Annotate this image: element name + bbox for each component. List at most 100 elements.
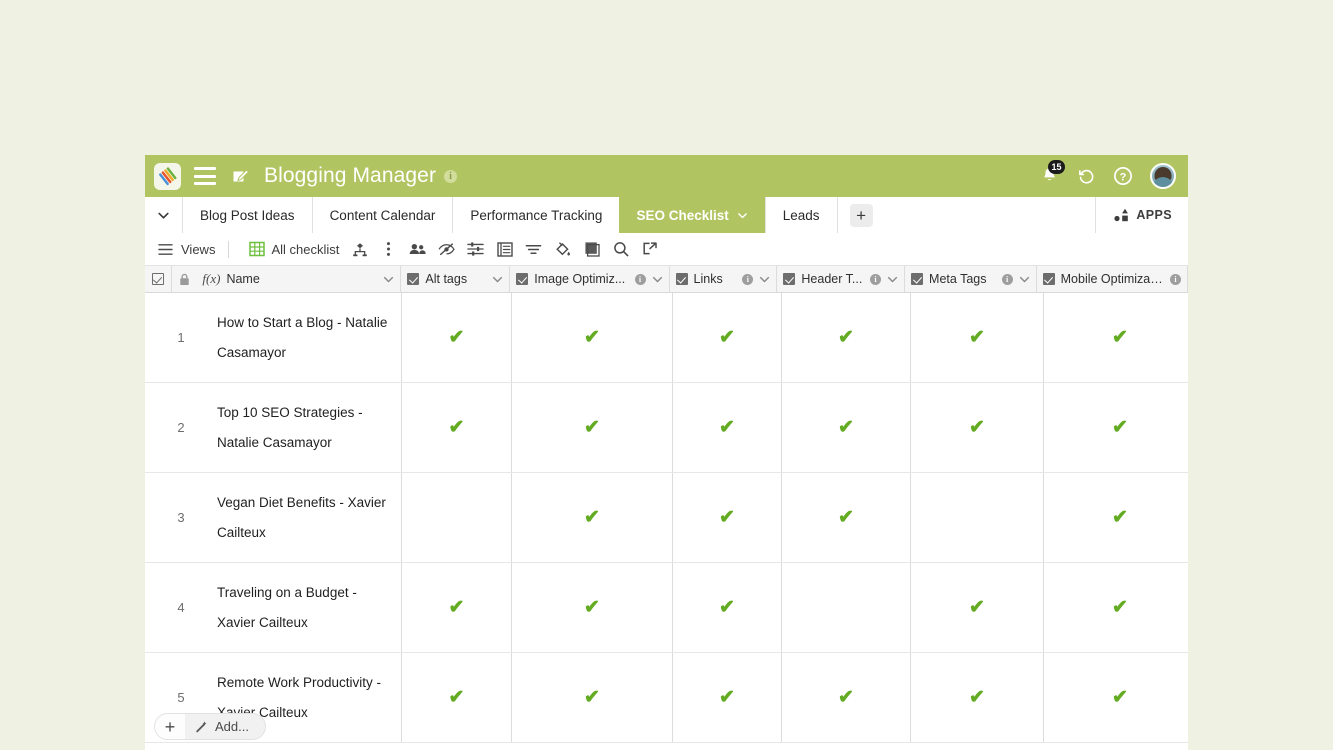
checkbox-cell[interactable]: ✔ bbox=[911, 383, 1044, 472]
checkbox-cell[interactable] bbox=[402, 473, 512, 562]
sort-icon[interactable] bbox=[519, 236, 548, 262]
column-header-links[interactable]: Linksi bbox=[670, 266, 778, 292]
column-header-alt-tags[interactable]: Alt tags bbox=[401, 266, 510, 292]
checkbox-cell[interactable]: ✔ bbox=[911, 653, 1044, 742]
checkbox-cell[interactable]: ✔ bbox=[673, 383, 782, 472]
checkbox-cell[interactable]: ✔ bbox=[673, 563, 782, 652]
check-mark-icon: ✔ bbox=[969, 328, 985, 347]
checkbox-cell[interactable]: ✔ bbox=[1044, 653, 1188, 742]
checkbox-cell[interactable]: ✔ bbox=[782, 293, 911, 382]
column-menu-caret-icon[interactable] bbox=[759, 274, 770, 285]
fill-color-icon[interactable] bbox=[548, 236, 577, 262]
table-row[interactable]: 5Remote Work Productivity -Xavier Cailte… bbox=[145, 653, 1188, 743]
row-name-cell[interactable]: Top 10 SEO Strategies -Natalie Casamayor bbox=[217, 383, 402, 472]
chevron-down-icon[interactable] bbox=[145, 197, 182, 233]
tab-content-calendar[interactable]: Content Calendar bbox=[312, 197, 453, 233]
column-info-icon[interactable]: i bbox=[870, 274, 881, 285]
checkbox-cell[interactable]: ✔ bbox=[1044, 473, 1188, 562]
export-icon[interactable] bbox=[635, 236, 664, 262]
checkbox-cell[interactable] bbox=[911, 473, 1044, 562]
table-row[interactable]: 3Vegan Diet Benefits - XavierCailteux✔✔✔… bbox=[145, 473, 1188, 563]
share-people-icon[interactable] bbox=[403, 236, 432, 262]
filter-settings-icon[interactable] bbox=[461, 236, 490, 262]
tab-performance-tracking[interactable]: Performance Tracking bbox=[452, 197, 619, 233]
column-menu-caret-icon[interactable] bbox=[492, 274, 503, 285]
column-header-mobile-optimization[interactable]: Mobile Optimizationi bbox=[1037, 266, 1188, 292]
current-view-button[interactable]: All checklist bbox=[242, 236, 345, 262]
user-avatar[interactable] bbox=[1150, 163, 1176, 189]
hierarchy-icon[interactable] bbox=[345, 236, 374, 262]
row-name-cell[interactable]: Vegan Diet Benefits - XavierCailteux bbox=[217, 473, 402, 562]
column-header-name[interactable]: f(x)Name bbox=[196, 266, 401, 292]
column-menu-caret-icon[interactable] bbox=[887, 274, 898, 285]
add-tab-button[interactable]: + bbox=[850, 204, 873, 227]
smartsheet-logo-icon[interactable] bbox=[154, 163, 181, 190]
history-icon[interactable] bbox=[1077, 167, 1096, 186]
checkbox-cell[interactable]: ✔ bbox=[911, 563, 1044, 652]
column-menu-caret-icon[interactable] bbox=[383, 274, 394, 285]
checkbox-cell[interactable]: ✔ bbox=[512, 383, 673, 472]
info-icon[interactable]: i bbox=[444, 170, 457, 183]
conditional-format-icon[interactable] bbox=[577, 236, 606, 262]
column-info-icon[interactable]: i bbox=[742, 274, 753, 285]
checkbox-cell[interactable] bbox=[782, 563, 911, 652]
list-icon bbox=[157, 241, 174, 258]
column-menu-caret-icon[interactable] bbox=[1019, 274, 1030, 285]
column-info-icon[interactable]: i bbox=[635, 274, 646, 285]
checkbox-cell[interactable]: ✔ bbox=[1044, 563, 1188, 652]
column-menu-caret-icon[interactable] bbox=[652, 274, 663, 285]
fx-icon: f(x) bbox=[202, 271, 220, 287]
checkbox-cell[interactable]: ✔ bbox=[512, 293, 673, 382]
help-icon[interactable]: ? bbox=[1113, 166, 1133, 186]
check-mark-icon: ✔ bbox=[969, 598, 985, 617]
checkbox-cell[interactable]: ✔ bbox=[512, 653, 673, 742]
more-vertical-icon[interactable] bbox=[374, 236, 403, 262]
checkbox-cell[interactable]: ✔ bbox=[673, 473, 782, 562]
tab-seo-checklist[interactable]: SEO Checklist bbox=[619, 197, 764, 233]
checkbox-cell[interactable]: ✔ bbox=[402, 563, 512, 652]
tab-leads[interactable]: Leads bbox=[765, 197, 837, 233]
tab-blog-post-ideas[interactable]: Blog Post Ideas bbox=[182, 197, 312, 233]
sheet-toolbar: Views All checklist bbox=[145, 233, 1188, 266]
edit-sheet-icon[interactable] bbox=[231, 166, 251, 186]
check-mark-icon: ✔ bbox=[1112, 688, 1128, 707]
check-mark-icon: ✔ bbox=[584, 688, 600, 707]
checkbox-cell[interactable]: ✔ bbox=[1044, 383, 1188, 472]
checkbox-cell[interactable]: ✔ bbox=[782, 653, 911, 742]
card-view-icon[interactable] bbox=[490, 236, 519, 262]
checkbox-cell[interactable]: ✔ bbox=[673, 653, 782, 742]
checkbox-cell[interactable]: ✔ bbox=[1044, 293, 1188, 382]
check-mark-icon: ✔ bbox=[584, 508, 600, 527]
checkbox-cell[interactable]: ✔ bbox=[673, 293, 782, 382]
checkbox-cell[interactable]: ✔ bbox=[402, 653, 512, 742]
column-header-header-t[interactable]: Header T...i bbox=[777, 266, 905, 292]
add-row-label-wrap[interactable]: Add... bbox=[185, 719, 265, 734]
hamburger-menu-icon[interactable] bbox=[194, 167, 216, 185]
table-row[interactable]: 4Traveling on a Budget -Xavier Cailteux✔… bbox=[145, 563, 1188, 653]
table-row[interactable]: 1How to Start a Blog - NatalieCasamayor✔… bbox=[145, 293, 1188, 383]
checkbox-cell[interactable]: ✔ bbox=[911, 293, 1044, 382]
apps-button[interactable]: APPS bbox=[1095, 197, 1188, 233]
bell-icon[interactable]: 15 bbox=[1040, 165, 1060, 187]
select-all-checkbox[interactable] bbox=[145, 266, 172, 292]
column-header-image-optimiz[interactable]: Image Optimiz...i bbox=[510, 266, 669, 292]
add-tab-container: + bbox=[837, 197, 885, 233]
checkbox-cell[interactable]: ✔ bbox=[402, 383, 512, 472]
search-icon[interactable] bbox=[606, 236, 635, 262]
tab-menu-caret-icon[interactable] bbox=[737, 210, 748, 221]
column-info-icon[interactable]: i bbox=[1002, 274, 1013, 285]
checkbox-cell[interactable]: ✔ bbox=[782, 473, 911, 562]
add-row-plus[interactable]: + bbox=[155, 714, 185, 739]
row-name-cell[interactable]: How to Start a Blog - NatalieCasamayor bbox=[217, 293, 402, 382]
hide-fields-icon[interactable] bbox=[432, 236, 461, 262]
checkbox-cell[interactable]: ✔ bbox=[402, 293, 512, 382]
table-row[interactable]: 2Top 10 SEO Strategies -Natalie Casamayo… bbox=[145, 383, 1188, 473]
checkbox-cell[interactable]: ✔ bbox=[512, 473, 673, 562]
checkbox-cell[interactable]: ✔ bbox=[512, 563, 673, 652]
column-header-meta-tags[interactable]: Meta Tagsi bbox=[905, 266, 1037, 292]
column-info-icon[interactable]: i bbox=[1170, 274, 1181, 285]
checkbox-cell[interactable]: ✔ bbox=[782, 383, 911, 472]
views-button[interactable]: Views bbox=[157, 241, 215, 258]
row-name-cell[interactable]: Traveling on a Budget -Xavier Cailteux bbox=[217, 563, 402, 652]
add-row-button[interactable]: + Add... bbox=[155, 714, 265, 739]
